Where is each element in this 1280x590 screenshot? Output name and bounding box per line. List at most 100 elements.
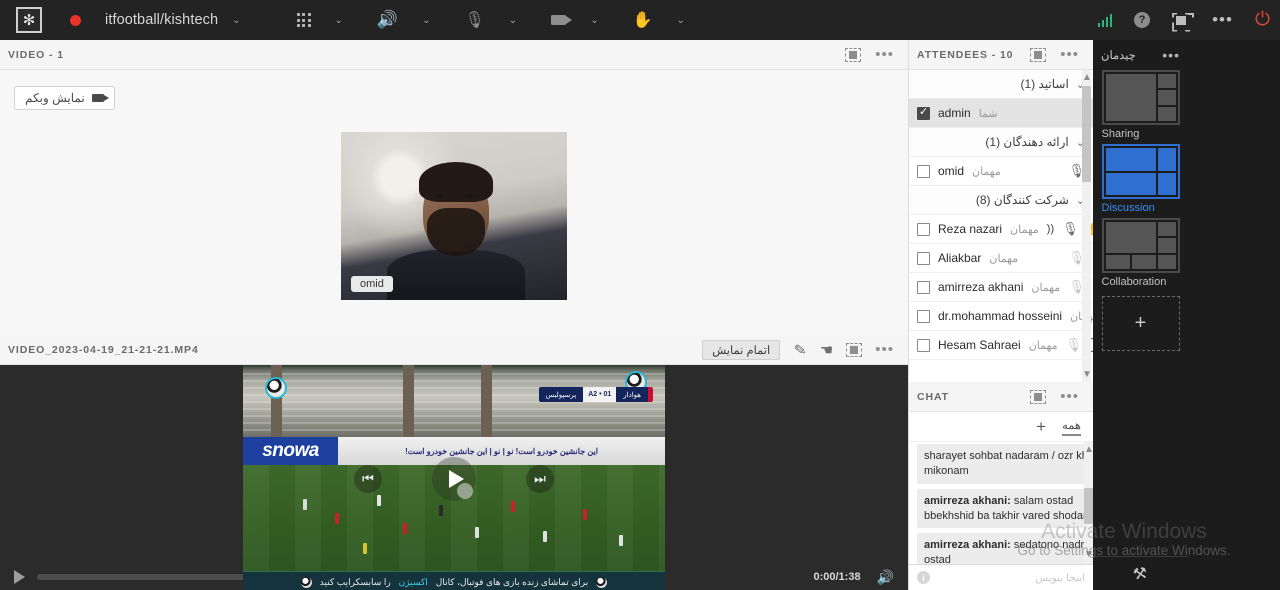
apps-chevron-down-icon[interactable]: ⌄	[335, 15, 343, 26]
chat-scroll-thumb[interactable]	[1084, 488, 1093, 524]
speaker-control[interactable]: 🔊	[377, 10, 398, 30]
video-player-area[interactable]: هوادار A2 • 01 پرسپولیس snowa این جانشین…	[0, 365, 908, 590]
attendee-checkbox[interactable]	[917, 164, 930, 178]
attendee-group-presenters[interactable]: ⌄ ارائه دهندگان (1)	[909, 128, 1093, 157]
camera-control[interactable]	[551, 15, 573, 25]
raise-hand-control[interactable]: ✋	[633, 10, 653, 30]
share-pod-fullscreen-icon[interactable]	[846, 342, 863, 357]
share-pod-more-icon[interactable]: •••	[875, 342, 894, 357]
speaker-chevron-down-icon[interactable]: ⌄	[422, 15, 430, 26]
group-label: ارائه دهندگان (1)	[985, 135, 1069, 149]
info-icon[interactable]: i	[917, 571, 930, 584]
microphone-icon[interactable]: 🎙	[1065, 337, 1082, 353]
layout-rail: چیدمان ••• Sharing Discussion Collaborat…	[1093, 40, 1188, 590]
microphone-icon[interactable]: 🎙	[1062, 221, 1079, 237]
pointer-icon[interactable]: ☚	[820, 341, 833, 359]
speaking-indicator-icon: ))	[1046, 223, 1055, 235]
attendee-role: مهمان	[972, 165, 1001, 178]
layout-thumb-sharing[interactable]	[1101, 70, 1180, 125]
tab-all[interactable]: همه	[1062, 418, 1081, 436]
attendee-checkbox[interactable]	[917, 251, 930, 265]
attendee-row-dr-mohammad-hosseini[interactable]: dr.mohammad hosseini مهمان 🎙	[909, 302, 1093, 331]
show-webcam-button[interactable]: نمایش وبکم	[14, 86, 115, 110]
attendees-title: ATTENDEES - 10	[917, 48, 1014, 61]
player-volume-icon[interactable]: 🔊	[877, 569, 894, 586]
tools-icon[interactable]: ⚒	[1132, 562, 1150, 584]
microphone-icon[interactable]: 🎙	[464, 10, 484, 30]
attendee-checkbox[interactable]	[917, 105, 930, 120]
chat-scroll-down-icon[interactable]: ▼	[1084, 549, 1093, 560]
attendees-scroll-thumb[interactable]	[1082, 86, 1091, 182]
room-title-chevron-down-icon[interactable]: ⌄	[232, 15, 240, 26]
video-pod-more-icon[interactable]: •••	[875, 47, 894, 62]
attendee-row-amirreza-akhani[interactable]: amirreza akhani مهمان 🎙	[909, 273, 1093, 302]
camera-icon[interactable]	[551, 15, 573, 25]
attendees-list[interactable]: ⌄ اساتید (1) admin شما ⌄ ارائه دهندگان (…	[909, 70, 1093, 382]
grid-apps-icon[interactable]	[296, 13, 311, 27]
share-pod-actions: ✎ ☚ •••	[780, 340, 900, 360]
attendee-checkbox[interactable]	[917, 280, 930, 294]
signal-strength-icon[interactable]	[1097, 13, 1113, 27]
camera-chevron-down-icon[interactable]: ⌄	[590, 15, 598, 26]
apps-control[interactable]	[296, 13, 311, 27]
webcam-person-body	[387, 250, 525, 300]
pen-icon[interactable]: ✎	[793, 340, 808, 360]
layout-label-discussion: Discussion	[1101, 202, 1155, 214]
webcam-person-beard	[427, 208, 485, 256]
layout-label-collaboration: Collaboration	[1101, 276, 1167, 288]
attendee-checkbox[interactable]	[917, 338, 930, 352]
layout-item-collaboration[interactable]: Collaboration	[1101, 218, 1180, 288]
raise-hand-chevron-down-icon[interactable]: ⌄	[677, 15, 685, 26]
layout-thumb-discussion[interactable]	[1101, 144, 1180, 199]
chat-more-icon[interactable]: •••	[1060, 389, 1079, 404]
webcam-person-eye-right	[465, 194, 474, 198]
record-dot-icon[interactable]	[70, 14, 81, 26]
attendees-more-icon[interactable]: •••	[1060, 47, 1079, 62]
attendee-row-aliakbar[interactable]: Aliakbar مهمان 🎙	[909, 244, 1093, 273]
app-logo: ✻	[16, 7, 42, 33]
add-chat-tab-icon[interactable]: +	[1036, 418, 1046, 435]
attendee-row-admin[interactable]: admin شما	[909, 99, 1093, 128]
previous-button[interactable]: ⏮	[354, 465, 382, 493]
raise-hand-icon[interactable]: ✋	[633, 10, 653, 30]
end-session-icon[interactable]: ⏻	[1255, 9, 1270, 31]
scroll-down-icon[interactable]: ▼	[1082, 369, 1092, 380]
chat-fullscreen-icon[interactable]	[1030, 389, 1047, 404]
layout-rail-header: چیدمان •••	[1093, 46, 1188, 70]
chat-scroll-up-icon[interactable]: ▲	[1084, 444, 1093, 455]
attendee-checkbox[interactable]	[917, 309, 930, 323]
layout-thumb-collaboration[interactable]	[1101, 218, 1180, 273]
chat-message-list[interactable]: sharayet sohbat nadaram / ozr khahi miko…	[909, 442, 1093, 564]
player-play-icon[interactable]	[14, 570, 25, 584]
more-options-icon[interactable]: •••	[1212, 11, 1233, 28]
attendee-row-omid[interactable]: omid مهمان 🎙	[909, 157, 1093, 186]
attendee-group-participants[interactable]: ⌄ شرکت کنندگان (8)	[909, 186, 1093, 215]
chat-pod-header: CHAT •••	[909, 382, 1093, 412]
fullscreen-icon[interactable]	[1172, 13, 1190, 28]
attendee-checkbox[interactable]	[917, 222, 930, 236]
layout-more-icon[interactable]: •••	[1162, 48, 1180, 62]
chat-input-placeholder[interactable]: اینجا بنویس	[1035, 572, 1085, 584]
room-title: itfootball/kishtech	[105, 12, 219, 28]
player-time-display: 0:00/1:38	[813, 571, 861, 583]
speaker-icon[interactable]: 🔊	[377, 10, 398, 30]
chat-message: sharayet sohbat nadaram / ozr khahi miko…	[917, 444, 1093, 484]
share-pod-body: هوادار A2 • 01 پرسپولیس snowa این جانشین…	[0, 365, 908, 590]
attendee-group-hosts[interactable]: ⌄ اساتید (1)	[909, 70, 1093, 99]
chat-input-row[interactable]: اینجا بنویس i	[909, 564, 1093, 590]
microphone-chevron-down-icon[interactable]: ⌄	[509, 15, 517, 26]
scroll-up-icon[interactable]: ▲	[1082, 72, 1092, 83]
microphone-control[interactable]: 🎙	[464, 10, 484, 30]
attendee-row-hesam-sahraei[interactable]: Hesam Sahraei مهمان 🎙	[909, 331, 1093, 360]
play-button[interactable]	[432, 457, 476, 501]
layout-item-discussion[interactable]: Discussion	[1101, 144, 1180, 214]
attendees-fullscreen-icon[interactable]	[1030, 47, 1047, 62]
video-pod-fullscreen-icon[interactable]	[845, 47, 862, 62]
webcam-video-stage[interactable]: omid	[341, 132, 567, 300]
help-icon[interactable]: ?	[1134, 12, 1151, 28]
attendee-row-reza-nazari[interactable]: Reza nazari مهمان )) 🎙 ✋	[909, 215, 1093, 244]
next-button[interactable]: ⏭	[526, 465, 554, 493]
end-share-button[interactable]: اتمام نمایش	[702, 339, 781, 360]
add-layout-button[interactable]: +	[1101, 296, 1180, 351]
layout-item-sharing[interactable]: Sharing	[1101, 70, 1180, 140]
